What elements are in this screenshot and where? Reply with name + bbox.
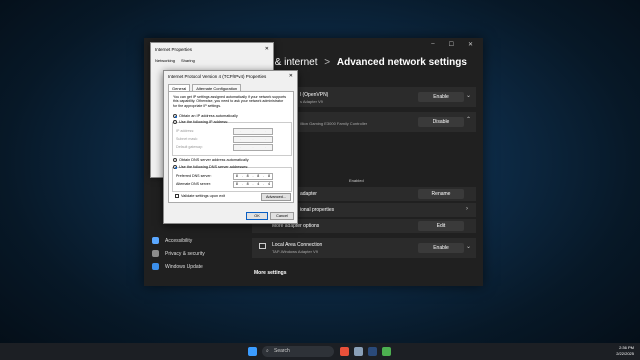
property-value: Enabled [349, 178, 364, 183]
preferred-dns-label: Preferred DNS server: [176, 174, 212, 178]
adapter-description: illion Gaming E3000 Family Controller [300, 121, 368, 126]
octet: 8 [257, 174, 260, 178]
page-title: Advanced network settings [336, 57, 467, 68]
ip-address-label: IP address: [176, 129, 195, 133]
checkbox-icon [175, 194, 179, 198]
dialog-title: Internet Protocol Version 4 (TCP/IPv4) P… [168, 74, 267, 79]
steam-icon[interactable] [368, 347, 377, 356]
sidebar-item-label: Windows Update [165, 263, 203, 270]
description-text: You can get IP settings assigned automat… [173, 95, 287, 108]
adapter-name: l (OpenVPN) [300, 92, 329, 98]
disable-button[interactable]: Disable [418, 117, 464, 127]
adapter-description: s Adapter V9 [300, 99, 323, 104]
taskbar-search[interactable]: ⌕ Search [262, 346, 334, 357]
ok-button[interactable]: OK [246, 212, 268, 220]
enable-button[interactable]: Enable [418, 92, 464, 102]
chevron-up-icon[interactable]: ⌃ [466, 116, 471, 123]
network-adapter-icon [259, 243, 266, 249]
radio-unselected-icon [173, 120, 177, 124]
start-icon[interactable] [248, 347, 257, 356]
chevron-down-icon[interactable]: ⌄ [466, 243, 471, 250]
octet: 8 [246, 182, 249, 186]
default-gateway-field[interactable]: ... [233, 144, 273, 151]
sidebar-item-label: Accessibility [165, 237, 193, 244]
radio-unselected-icon [173, 158, 177, 162]
dns-manual-radio[interactable]: Use the following DNS server addresses: [173, 165, 248, 169]
cancel-button[interactable]: Cancel [270, 212, 294, 220]
advanced-button[interactable]: Advanced... [261, 193, 291, 201]
radio-selected-icon [173, 114, 177, 118]
octet: 8 [267, 174, 270, 178]
tab-sharing[interactable]: Sharing [181, 58, 195, 63]
close-icon[interactable]: ✕ [265, 46, 269, 52]
close-button[interactable]: ✕ [468, 41, 473, 48]
radio-label: Obtain an IP address automatically [179, 114, 238, 118]
subnet-mask-field[interactable]: ... [233, 136, 273, 143]
octet: 8 [235, 174, 238, 178]
ip-auto-radio[interactable]: Obtain an IP address automatically [173, 114, 238, 118]
sidebar-item-accessibility[interactable]: Accessibility [148, 234, 248, 247]
rename-button[interactable]: Rename [418, 189, 464, 199]
windows-update-icon [152, 263, 159, 270]
dialog-tabs: Networking Sharing [155, 58, 195, 63]
rename-label: adapter [300, 191, 317, 197]
radio-label: Use the following IP address: [179, 120, 229, 124]
system-clock[interactable]: 2:36 PM 2/22/2025 [616, 345, 634, 357]
additional-properties-label: ional properties [300, 207, 335, 213]
alternate-dns-label: Alternate DNS server: [176, 182, 211, 186]
app-icon[interactable] [382, 347, 391, 356]
minimize-button[interactable]: – [431, 41, 434, 48]
chevron-down-icon[interactable]: ⌄ [466, 92, 471, 99]
brave-browser-icon[interactable] [340, 347, 349, 356]
ip-address-field[interactable]: ... [233, 128, 273, 135]
dns-group [172, 167, 292, 192]
sidebar-item-windows-update[interactable]: Windows Update [148, 260, 248, 273]
octet: 8 [235, 182, 238, 186]
accessibility-icon [152, 237, 159, 244]
preferred-dns-field[interactable]: 8. 8. 8. 8 [233, 173, 273, 180]
close-icon[interactable]: ✕ [289, 73, 293, 79]
clock-date: 2/22/2025 [616, 351, 634, 356]
dns-auto-radio[interactable]: Obtain DNS server address automatically [173, 158, 249, 162]
sidebar-nav: Accessibility Privacy & security Windows… [148, 234, 248, 273]
maximize-button[interactable]: ☐ [449, 41, 454, 48]
subnet-mask-label: Subnet mask: [176, 137, 198, 141]
radio-label: Use the following DNS server addresses: [179, 165, 249, 169]
octet: 4 [257, 182, 260, 186]
ipv4-properties-dialog: Internet Protocol Version 4 (TCP/IPv4) P… [163, 70, 298, 224]
radio-label: Obtain DNS server address automatically [179, 158, 249, 162]
validate-checkbox[interactable]: Validate settings upon exit [175, 194, 225, 198]
checkbox-label: Validate settings upon exit [181, 194, 226, 198]
octet: 4 [267, 182, 270, 186]
adapter-name: Local Area Connection [272, 242, 323, 248]
shield-icon [152, 250, 159, 257]
enable-button[interactable]: Enable [418, 243, 464, 253]
adapter-card-lan: Local Area Connection TAP-Windows Adapte… [252, 238, 476, 258]
sidebar-item-label: Privacy & security [165, 250, 205, 257]
default-gateway-label: Default gateway: [176, 145, 203, 149]
search-icon: ⌕ [266, 348, 269, 354]
general-panel: You can get IP settings assigned automat… [168, 91, 294, 203]
sidebar-item-privacy[interactable]: Privacy & security [148, 247, 248, 260]
edit-button[interactable]: Edit [418, 221, 464, 231]
dialog-title: Internet Properties [155, 47, 193, 52]
window-controls: – ☐ ✕ [431, 41, 473, 48]
settings-app-icon[interactable] [354, 347, 363, 356]
adapter-description: TAP-Windows Adapter V9 [272, 249, 318, 254]
taskbar: ⌕ Search 2:36 PM 2/22/2025 [0, 343, 640, 360]
search-placeholder: Search [274, 348, 290, 354]
octet: 8 [246, 174, 249, 178]
ip-manual-radio[interactable]: Use the following IP address: [173, 120, 228, 124]
breadcrumb: ork & internet > Advanced network settin… [258, 57, 467, 68]
alternate-dns-field[interactable]: 8. 8. 4. 4 [233, 181, 273, 188]
tab-networking[interactable]: Networking [155, 58, 175, 63]
property-row: Enabled [284, 178, 394, 186]
chevron-right-icon: › [466, 206, 468, 212]
more-settings-heading: More settings [254, 270, 287, 276]
radio-selected-icon [173, 165, 177, 169]
breadcrumb-separator: > [324, 57, 331, 68]
